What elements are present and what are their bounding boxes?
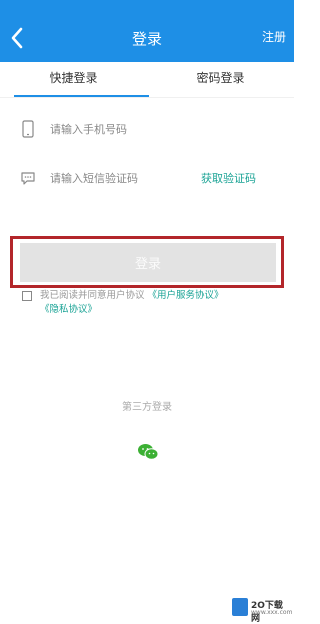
watermark-sub: www.xxx.com bbox=[251, 609, 293, 616]
code-row: 获取验证码 bbox=[20, 159, 280, 199]
user-agreement-link[interactable]: 《用户服务协议》 bbox=[148, 290, 224, 301]
phone-icon bbox=[22, 120, 34, 138]
tab-quick-login[interactable]: 快捷登录 bbox=[0, 69, 147, 86]
watermark: 2O下载网 www.xxx.com bbox=[232, 596, 293, 624]
register-link[interactable]: 注册 bbox=[262, 28, 286, 45]
tab-password-login[interactable]: 密码登录 bbox=[147, 69, 294, 86]
top-bar: 登录 注册 bbox=[0, 0, 294, 62]
agreement-text: 我已阅读并同意用户协议 《用户服务协议》 《隐私协议》 bbox=[40, 289, 280, 317]
get-code-button[interactable]: 获取验证码 bbox=[201, 170, 256, 186]
active-tab-indicator bbox=[14, 95, 149, 97]
page-title: 登录 bbox=[131, 30, 162, 48]
third-party-login-title: 第三方登录 bbox=[122, 402, 172, 413]
watermark-logo-icon bbox=[232, 598, 248, 616]
sms-code-input[interactable] bbox=[50, 168, 190, 188]
agreement-prefix: 我已阅读并同意用户协议 bbox=[40, 290, 145, 301]
login-tabs: 快捷登录 密码登录 bbox=[0, 62, 294, 98]
message-icon bbox=[21, 172, 35, 185]
login-button[interactable]: 登录 bbox=[20, 243, 276, 282]
phone-row bbox=[20, 110, 280, 150]
agreement-checkbox[interactable] bbox=[22, 291, 32, 301]
phone-input[interactable] bbox=[50, 119, 190, 139]
wechat-icon[interactable] bbox=[137, 443, 159, 461]
privacy-link[interactable]: 《隐私协议》 bbox=[40, 304, 97, 315]
